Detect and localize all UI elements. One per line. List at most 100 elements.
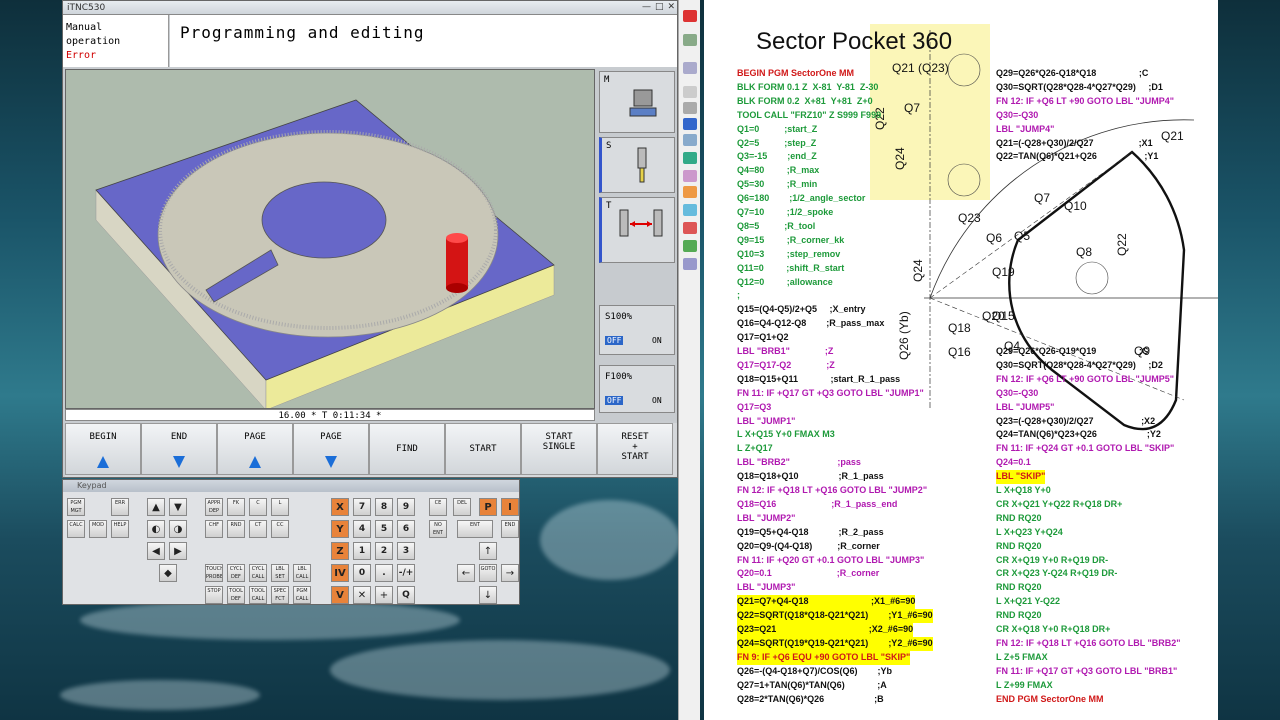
nav-icon[interactable]: ▼ [169,498,187,516]
digit-key[interactable]: 0 [353,564,371,582]
arrow-key[interactable]: ← [457,564,475,582]
no-ent-key[interactable]: NO ENT [429,520,447,538]
nav-icon[interactable]: ◆ [159,564,177,582]
program-key[interactable]: C [249,498,267,516]
arrow-key[interactable]: ↑ [479,542,497,560]
nav-icon[interactable]: ▲ [147,498,165,516]
ce-key[interactable]: CE [429,498,447,516]
program-key[interactable]: APPR DEP [205,498,223,516]
program-key[interactable]: TOOL CALL [249,586,267,604]
spindle-override[interactable]: S100% OFF ON [599,305,675,355]
program-key[interactable]: CT [249,520,267,538]
feed-override[interactable]: F100% OFF ON [599,365,675,413]
override-off[interactable]: OFF [605,336,624,345]
close-icon[interactable]: ✕ [667,2,675,12]
simulation-viewport[interactable] [65,69,595,409]
maximize-icon[interactable]: □ [655,2,664,12]
arrow-key[interactable]: + [375,586,393,604]
program-key[interactable]: LBL CALL [293,564,311,582]
program-key[interactable]: FK [227,498,245,516]
program-key[interactable]: L [271,498,289,516]
digit-key[interactable]: 8 [375,498,393,516]
softkey-start[interactable]: START [445,423,521,475]
m-function-key[interactable]: M [599,71,675,133]
program-key[interactable]: TOUCH PROBE [205,564,223,582]
softkey-label: FIND [396,444,418,454]
mod-key[interactable]: MOD [89,520,107,538]
axis-key[interactable]: Y [331,520,349,538]
nav-icon[interactable]: ▶ [169,542,187,560]
axis-key[interactable]: IV [331,564,349,582]
program-key[interactable]: CYCL DEF [227,564,245,582]
softkey-start-single[interactable]: START SINGLE [521,423,597,475]
arrow-key[interactable]: ✕ [353,586,371,604]
softkey-page-down[interactable]: PAGE [293,423,369,475]
tool-icon[interactable] [683,222,697,234]
tool-icon[interactable] [683,204,697,216]
ent-key[interactable]: ENT [457,520,493,538]
digit-key[interactable]: 5 [375,520,393,538]
digit-key[interactable]: 1 [353,542,371,560]
digit-key[interactable]: . [375,564,393,582]
arrow-key[interactable]: → [501,564,519,582]
err-key[interactable]: ERR [111,498,129,516]
nav-icon[interactable]: ◐ [147,520,165,538]
softkey-label: RESET [621,432,649,442]
digit-key[interactable]: 4 [353,520,371,538]
program-key[interactable]: STOP [205,586,223,604]
tool-icon[interactable] [683,170,697,182]
q-key[interactable]: Q [397,586,415,604]
arrow-key[interactable]: ↓ [479,586,497,604]
nav-icon[interactable]: ◀ [147,542,165,560]
axis-key[interactable]: I [501,498,519,516]
axis-key[interactable]: P [479,498,497,516]
softkey-begin[interactable]: BEGIN [65,423,141,475]
pgm-mgt-key[interactable]: PGM MGT [67,498,85,516]
program-key[interactable]: PGM CALL [293,586,311,604]
acrobat-icon[interactable] [683,10,697,22]
program-key[interactable]: RND [227,520,245,538]
softkey-page-up[interactable]: PAGE [217,423,293,475]
tool-icon[interactable] [683,102,697,114]
program-key[interactable]: TOOL DEF [227,586,245,604]
tool-icon[interactable] [683,118,697,130]
s-function-key[interactable]: S [599,137,675,193]
override-off[interactable]: OFF [605,396,624,405]
program-key[interactable]: CYCL CALL [249,564,267,582]
calc-key[interactable]: CALC [67,520,85,538]
axis-key[interactable]: X [331,498,349,516]
tool-icon[interactable] [683,34,697,46]
tool-icon[interactable] [683,186,697,198]
error-indicator[interactable]: Error [66,49,165,63]
program-key[interactable]: CC [271,520,289,538]
digit-key[interactable]: 7 [353,498,371,516]
override-on[interactable]: ON [652,336,662,345]
tool-icon[interactable] [683,86,697,98]
tool-icon[interactable] [683,240,697,252]
softkey-end[interactable]: END [141,423,217,475]
digit-key[interactable]: -/+ [397,564,415,582]
softkey-find[interactable]: FIND [369,423,445,475]
t-function-key[interactable]: T [599,197,675,263]
nav-icon[interactable]: ◑ [169,520,187,538]
end-key[interactable]: END [501,520,519,538]
tool-icon[interactable] [683,62,697,74]
digit-key[interactable]: 6 [397,520,415,538]
program-key[interactable]: CHF [205,520,223,538]
tool-icon[interactable] [683,258,697,270]
digit-key[interactable]: 3 [397,542,415,560]
program-key[interactable]: LBL SET [271,564,289,582]
digit-key[interactable]: 9 [397,498,415,516]
goto-key[interactable]: GOTO [479,564,497,582]
digit-key[interactable]: 2 [375,542,393,560]
override-on[interactable]: ON [652,396,662,405]
tool-icon[interactable] [683,134,697,146]
help-key[interactable]: HELP [111,520,129,538]
axis-key[interactable]: Z [331,542,349,560]
softkey-reset-start[interactable]: RESET + START [597,423,673,475]
del-key[interactable]: DEL [453,498,471,516]
axis-key[interactable]: V [331,586,349,604]
tool-icon[interactable] [683,152,697,164]
program-key[interactable]: SPEC FCT [271,586,289,604]
minimize-icon[interactable]: — [642,2,651,12]
